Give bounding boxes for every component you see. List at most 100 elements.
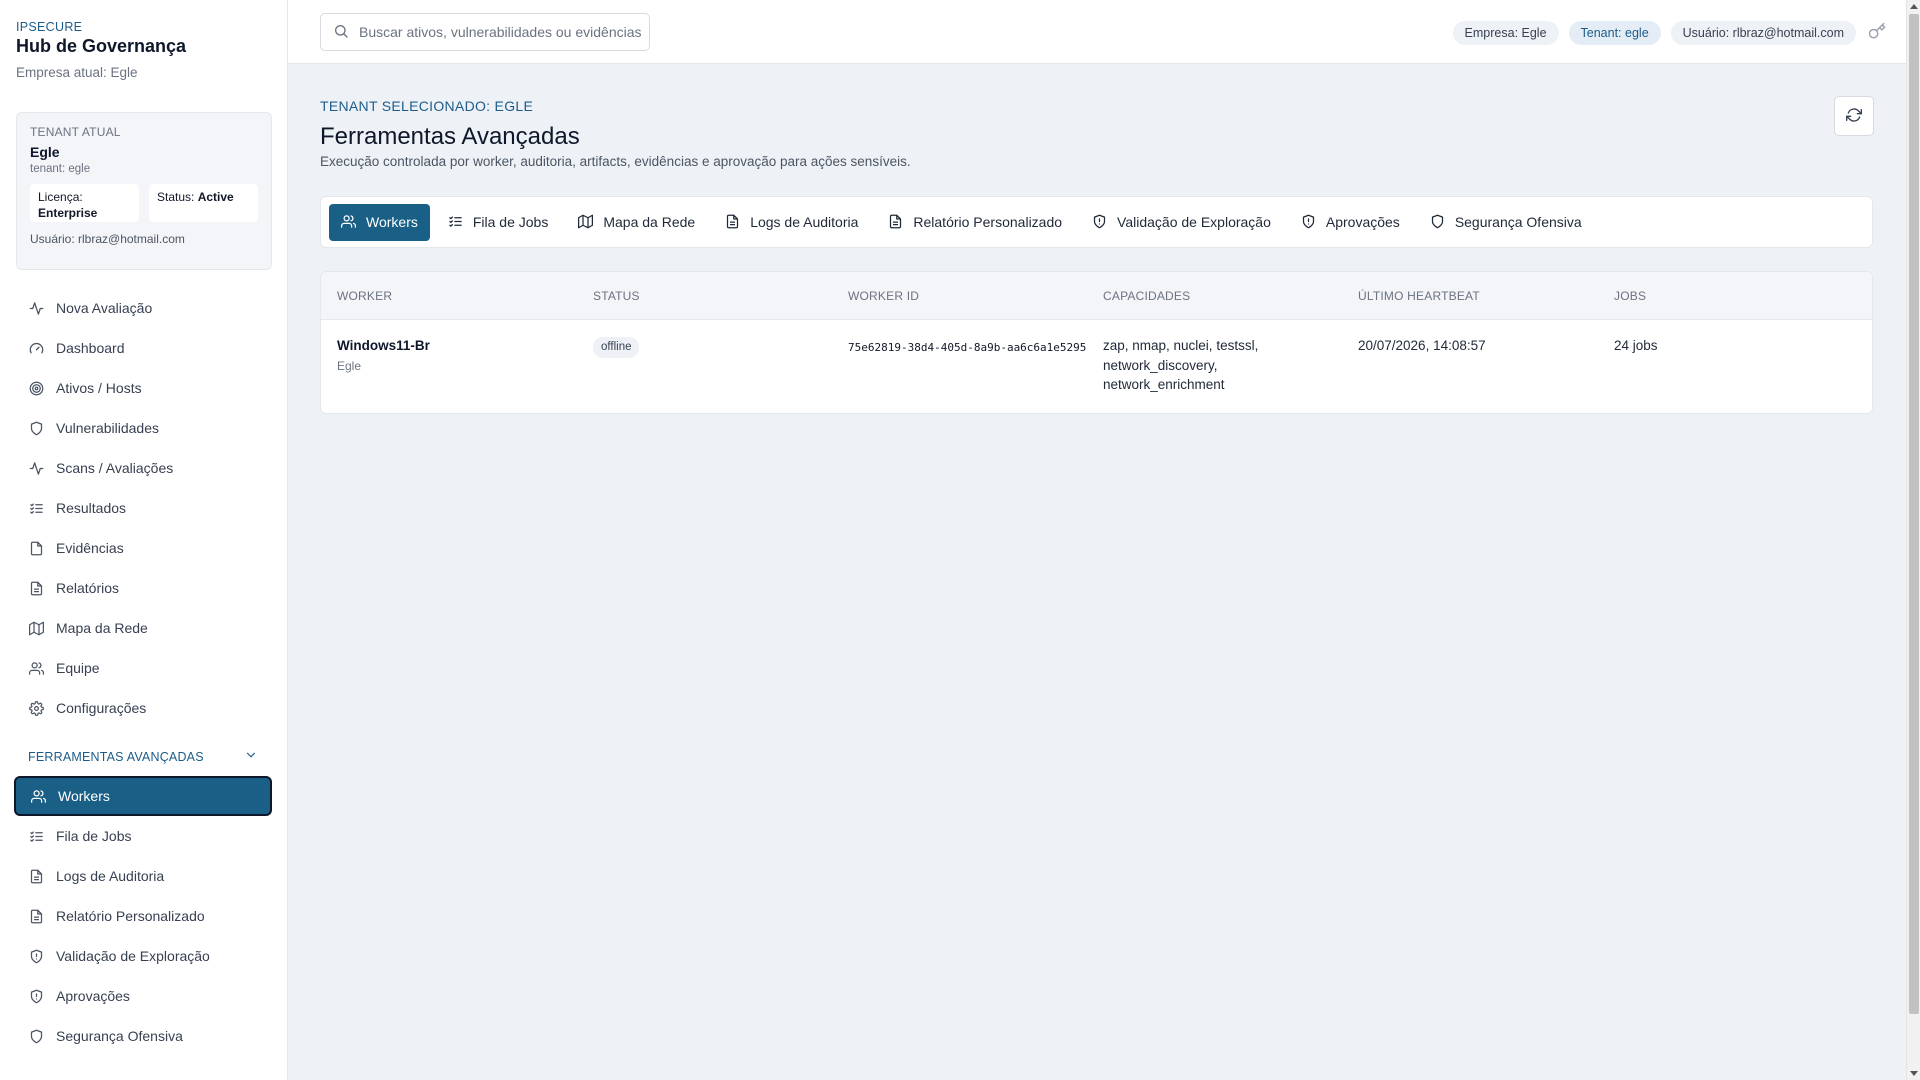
shield-alert-icon — [1301, 214, 1317, 230]
activity-icon — [28, 300, 44, 316]
shield-alert-icon — [28, 948, 44, 964]
sidebar-item-label: Relatório Personalizado — [56, 908, 205, 924]
sidebar-item-label: Relatórios — [56, 580, 120, 596]
sidebar-item-scans[interactable]: Scans / Avaliações — [14, 448, 272, 488]
table-row[interactable]: Windows11-Br Egle offline 75e62819-38d4-… — [321, 320, 1872, 413]
sidebar-item-workers[interactable]: Workers — [14, 776, 272, 816]
status-box: Status: Active — [149, 184, 258, 222]
sidebar-item-nova-avaliacao[interactable]: Nova Avaliação — [14, 288, 272, 328]
sidebar-item-label: Resultados — [56, 500, 127, 516]
sidebar-item-evidencias[interactable]: Evidências — [14, 528, 272, 568]
tenant-user: Usuário: rlbraz@hotmail.com — [30, 232, 185, 246]
page-title: Ferramentas Avançadas — [320, 123, 580, 150]
current-company: Empresa atual: Egle — [16, 65, 138, 80]
tab-label: Fila de Jobs — [472, 214, 549, 230]
users-icon — [30, 788, 46, 804]
tools-nav: Workers Fila de Jobs Logs de Auditoria R… — [14, 776, 272, 1056]
key-icon[interactable] — [1868, 22, 1886, 40]
tab-label: Segurança Ofensiva — [1454, 214, 1582, 230]
tab-validacao-exploracao[interactable]: Validação de Exploração — [1080, 204, 1283, 241]
sidebar-item-validacao-exploracao[interactable]: Validação de Exploração — [14, 936, 272, 976]
sidebar-item-relatorio-personalizado[interactable]: Relatório Personalizado — [14, 896, 272, 936]
file-text-icon — [725, 214, 741, 230]
license-label: Licença: — [38, 190, 83, 204]
column-header: WORKER — [337, 289, 393, 303]
sidebar-item-label: Equipe — [56, 660, 100, 676]
app-title: Hub de Governança — [16, 36, 187, 56]
search-input[interactable] — [359, 24, 649, 40]
page-scrollbar[interactable] — [1906, 0, 1920, 1080]
section-toggle-ferramentas[interactable]: FERRAMENTAS AVANÇADAS — [28, 748, 258, 765]
tab-fila-jobs[interactable]: Fila de Jobs — [436, 204, 560, 241]
sidebar-item-label: Mapa da Rede — [56, 620, 148, 636]
capabilities-cell: zap, nmap, nuclei, testssl, network_disc… — [1103, 336, 1258, 395]
context-pills: Empresa: Egle Tenant: egle Usuário: rlbr… — [1452, 21, 1856, 45]
tab-workers[interactable]: Workers — [329, 203, 430, 241]
main-nav: Nova Avaliação Dashboard Ativos / Hosts … — [14, 288, 272, 728]
worker-cell: Windows11-Br Egle — [337, 336, 430, 375]
map-icon — [28, 620, 44, 636]
topbar: Empresa: Egle Tenant: egle Usuário: rlbr… — [288, 0, 1906, 64]
license-box: Licença: Enterprise — [30, 184, 139, 222]
sidebar-item-label: Workers — [58, 788, 110, 804]
sidebar-item-dashboard[interactable]: Dashboard — [14, 328, 272, 368]
tab-logs-auditoria[interactable]: Logs de Auditoria — [713, 204, 870, 241]
shield-icon — [28, 1028, 44, 1044]
users-icon — [28, 660, 44, 676]
tab-relatorio-personalizado[interactable]: Relatório Personalizado — [876, 204, 1074, 241]
column-header: WORKER ID — [848, 289, 920, 303]
tab-label: Aprovações — [1325, 214, 1400, 230]
target-icon — [28, 380, 44, 396]
sidebar-item-label: Vulnerabilidades — [56, 420, 159, 436]
table-header: WORKER STATUS WORKER ID CAPACIDADES ÚLTI… — [321, 272, 1872, 320]
sidebar-item-resultados[interactable]: Resultados — [14, 488, 272, 528]
scroll-thumb[interactable] — [1909, 14, 1919, 1014]
sidebar-item-configuracoes[interactable]: Configurações — [14, 688, 272, 728]
user-pill: Usuário: rlbraz@hotmail.com — [1670, 21, 1856, 45]
page-description: Execução controlada por worker, auditori… — [320, 154, 911, 169]
worker-company: Egle — [337, 358, 362, 373]
list-checks-icon — [448, 214, 464, 230]
sidebar-item-label: Nova Avaliação — [56, 300, 153, 316]
company-pill: Empresa: Egle — [1452, 21, 1559, 45]
chevron-down-icon — [244, 748, 258, 765]
scroll-down-arrow-icon[interactable] — [1910, 1071, 1918, 1076]
tenant-pill: Tenant: egle — [1568, 21, 1661, 45]
tab-seguranca-ofensiva[interactable]: Segurança Ofensiva — [1418, 204, 1594, 241]
sidebar: IPSECURE Hub de Governança Empresa atual… — [0, 0, 288, 1080]
gear-icon — [28, 700, 44, 716]
sidebar-item-logs-auditoria[interactable]: Logs de Auditoria — [14, 856, 272, 896]
gauge-icon — [28, 340, 44, 356]
sidebar-item-aprovacoes[interactable]: Aprovações — [14, 976, 272, 1016]
sidebar-item-vulnerabilidades[interactable]: Vulnerabilidades — [14, 408, 272, 448]
column-header: ÚLTIMO HEARTBEAT — [1358, 289, 1480, 303]
sidebar-item-ativos[interactable]: Ativos / Hosts — [14, 368, 272, 408]
file-icon — [28, 540, 44, 556]
map-icon — [578, 214, 594, 230]
sidebar-item-seguranca-ofensiva[interactable]: Segurança Ofensiva — [14, 1016, 272, 1056]
tenant-name: Egle — [30, 144, 60, 160]
sidebar-item-label: Configurações — [56, 700, 147, 716]
status-badge: offline — [593, 337, 640, 358]
refresh-icon — [1846, 107, 1862, 126]
shield-icon — [1430, 214, 1446, 230]
jobs-cell: 24 jobs — [1614, 338, 1658, 353]
scroll-up-arrow-icon[interactable] — [1910, 4, 1918, 9]
file-text-icon — [28, 868, 44, 884]
tab-aprovacoes[interactable]: Aprovações — [1289, 204, 1412, 241]
users-icon — [341, 214, 357, 230]
file-text-icon — [888, 214, 904, 230]
workers-table: WORKER STATUS WORKER ID CAPACIDADES ÚLTI… — [320, 271, 1873, 414]
refresh-button[interactable] — [1834, 96, 1874, 136]
sidebar-item-equipe[interactable]: Equipe — [14, 648, 272, 688]
sidebar-item-label: Segurança Ofensiva — [56, 1028, 183, 1044]
sidebar-item-label: Ativos / Hosts — [56, 380, 142, 396]
shield-alert-icon — [1092, 214, 1108, 230]
capabilities-line: zap, nmap, nuclei, testssl, — [1103, 338, 1259, 353]
sidebar-item-relatorios[interactable]: Relatórios — [14, 568, 272, 608]
sidebar-item-mapa-rede[interactable]: Mapa da Rede — [14, 608, 272, 648]
tab-mapa-rede[interactable]: Mapa da Rede — [566, 204, 707, 241]
sidebar-item-label: Fila de Jobs — [56, 828, 132, 844]
column-header: JOBS — [1614, 289, 1647, 303]
sidebar-item-fila-jobs[interactable]: Fila de Jobs — [14, 816, 272, 856]
